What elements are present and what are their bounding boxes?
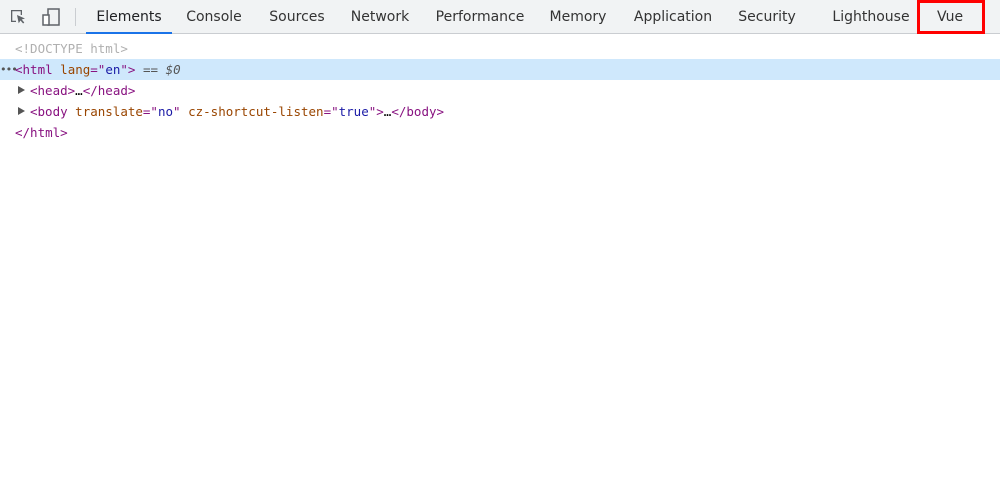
tab-network[interactable]: Network [344, 0, 416, 33]
attr-value: true [338, 104, 369, 119]
tab-sources[interactable]: Sources [262, 0, 332, 33]
tab-security[interactable]: Security [733, 0, 801, 33]
attr-name: lang [60, 62, 91, 77]
attr-name: cz-shortcut-listen [188, 104, 324, 119]
tab-performance[interactable]: Performance [430, 0, 530, 33]
doctype-node[interactable]: <!DOCTYPE html> [0, 38, 1000, 59]
attr-name: translate [75, 104, 143, 119]
html-close-tag: </html> [15, 125, 68, 140]
toolbar-divider [75, 8, 76, 26]
vue-tab-highlight-box [917, 0, 985, 34]
tab-application[interactable]: Application [628, 0, 718, 33]
selected-marker: == $0 [143, 62, 181, 77]
device-toolbar-icon[interactable] [41, 7, 61, 27]
attr-value: en [105, 62, 121, 77]
collapsed-ellipsis[interactable]: … [75, 83, 83, 98]
expand-triangle-icon[interactable] [18, 86, 25, 94]
tab-console[interactable]: Console [177, 0, 251, 33]
head-tag-name: head [37, 83, 68, 98]
head-node[interactable]: <head>…</head> [0, 80, 1000, 101]
attr-value: no [157, 104, 174, 119]
dom-tree: <!DOCTYPE html> ••• <html lang="en"> == … [0, 38, 1000, 143]
body-close-tag-name: body [406, 104, 437, 119]
tab-elements[interactable]: Elements [86, 0, 172, 34]
expand-triangle-icon[interactable] [18, 107, 25, 115]
body-tag-name: body [37, 104, 68, 119]
doctype-text: <!DOCTYPE html> [15, 41, 128, 56]
html-tag-name: html [22, 62, 53, 77]
html-node-selected[interactable]: ••• <html lang="en"> == $0 [0, 59, 1000, 80]
devtools-toolbar: Elements Console Sources Network Perform… [0, 0, 1000, 34]
tab-memory[interactable]: Memory [543, 0, 613, 33]
body-node[interactable]: <body translate="no" cz-shortcut-listen=… [0, 101, 1000, 122]
html-close-node[interactable]: </html> [0, 122, 1000, 143]
inspect-element-icon[interactable] [8, 7, 28, 27]
tab-lighthouse[interactable]: Lighthouse [827, 0, 915, 33]
head-close-tag-name: head [97, 83, 128, 98]
